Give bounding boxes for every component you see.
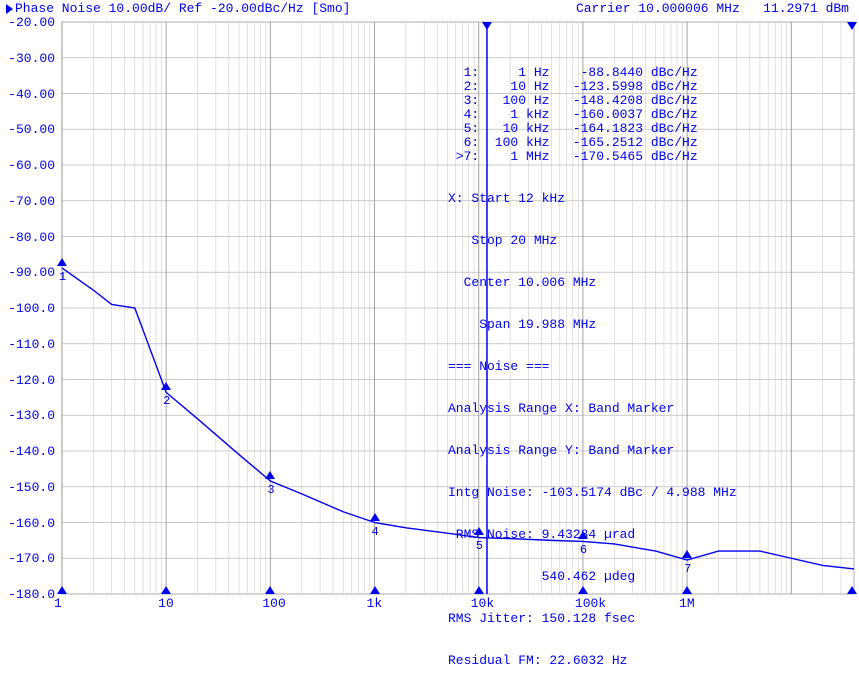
rms-noise: RMS Noise: 9.43284 µrad (448, 528, 737, 542)
x-tick-triangle-icon (265, 586, 275, 594)
marker-row: 1: 1 Hz -88.8440 dBc/Hz (448, 66, 737, 80)
plot-title: Phase Noise 10.00dB/ Ref -20.00dBc/Hz [S… (6, 1, 350, 16)
x-tick-label: 1k (367, 596, 383, 611)
marker-label-2: 2 (163, 394, 170, 408)
y-tick-label: -100.0 (0, 301, 55, 316)
x-tick-label: 10 (158, 596, 174, 611)
y-tick-label: -170.0 (0, 551, 55, 566)
rms-jitter: RMS Jitter: 150.128 fsec (448, 612, 737, 626)
x-tick-triangle-icon (57, 586, 67, 594)
y-tick-label: -120.0 (0, 373, 55, 388)
y-tick-label: -150.0 (0, 480, 55, 495)
marker-label-1: 1 (59, 270, 66, 284)
intg-noise: Intg Noise: -103.5174 dBc / 4.988 MHz (448, 486, 737, 500)
marker-3[interactable] (265, 469, 275, 483)
carrier-power: 11.2971 dBm (763, 1, 849, 16)
carrier-text: Carrier 10.000006 MHz (576, 1, 740, 16)
marker-table: 1: 1 Hz -88.8440 dBc/Hz 2: 10 Hz -123.59… (448, 38, 737, 696)
analysis-range-x: Analysis Range X: Band Marker (448, 402, 737, 416)
marker-label-4: 4 (372, 525, 379, 539)
y-tick-label: -70.00 (0, 194, 55, 209)
marker-row: 5: 10 kHz -164.1823 dBc/Hz (448, 122, 737, 136)
y-tick-label: -180.0 (0, 587, 55, 602)
marker-row: 4: 1 kHz -160.0037 dBc/Hz (448, 108, 737, 122)
marker-row: 2: 10 Hz -123.5998 dBc/Hz (448, 80, 737, 94)
y-tick-label: -130.0 (0, 408, 55, 423)
marker-row: >7: 1 MHz -170.5465 dBc/Hz (448, 150, 737, 164)
plot-area[interactable]: -20.00 -30.00 -40.00 -50.00 -60.00 -70.00 -80.… (0, 18, 859, 611)
y-tick-label: -50.00 (0, 122, 55, 137)
right-edge-bottom-icon (847, 586, 857, 594)
y-tick-label: -60.00 (0, 158, 55, 173)
y-tick-label: -140.0 (0, 444, 55, 459)
marker-1[interactable] (57, 256, 67, 270)
x-tick-label: 100 (262, 596, 285, 611)
marker-4[interactable] (370, 511, 380, 525)
marker-label-3: 3 (267, 483, 274, 497)
x-center: Center 10.006 MHz (448, 276, 737, 290)
y-tick-label: -30.00 (0, 51, 55, 66)
y-tick-label: -110.0 (0, 337, 55, 352)
marker-2[interactable] (161, 380, 171, 394)
x-span: Span 19.988 MHz (448, 318, 737, 332)
title-text: Phase Noise 10.00dB/ Ref -20.00dBc/Hz [S… (15, 1, 350, 16)
noise-header: === Noise === (448, 360, 737, 374)
analysis-range-y: Analysis Range Y: Band Marker (448, 444, 737, 458)
x-stop: Stop 20 MHz (448, 234, 737, 248)
right-edge-top-icon (847, 22, 857, 30)
marker-row: 3: 100 Hz -148.4208 dBc/Hz (448, 94, 737, 108)
y-tick-label: -40.00 (0, 87, 55, 102)
x-tick-label: 1 (54, 596, 62, 611)
phase-noise-plot-window: Phase Noise 10.00dB/ Ref -20.00dBc/Hz [S… (0, 0, 859, 611)
y-tick-label: -90.00 (0, 265, 55, 280)
y-tick-label: -160.0 (0, 516, 55, 531)
marker-row: 6: 100 kHz -165.2512 dBc/Hz (448, 136, 737, 150)
triangle-right-icon (6, 4, 13, 14)
y-tick-label: -80.00 (0, 230, 55, 245)
marker-rows: 1: 1 Hz -88.8440 dBc/Hz 2: 10 Hz -123.59… (448, 66, 737, 164)
x-start: X: Start 12 kHz (448, 192, 737, 206)
residual-fm: Residual FM: 22.6032 Hz (448, 654, 737, 668)
carrier-info: Carrier 10.000006 MHz 11.2971 dBm (576, 1, 849, 16)
x-tick-triangle-icon (161, 586, 171, 594)
band-marker-top-icon (482, 22, 492, 30)
y-tick-label: -20.00 (0, 15, 55, 30)
rms-noise-deg: 540.462 µdeg (448, 570, 737, 584)
x-tick-triangle-icon (370, 586, 380, 594)
